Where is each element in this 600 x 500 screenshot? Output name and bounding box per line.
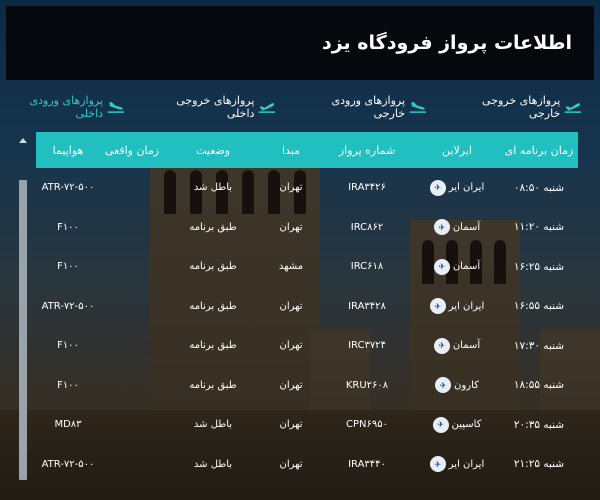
table-row: شنبه ۲۱:۲۵ ایران ایر ✈ IRA۳۴۴۰ تهران باطل شد A… <box>36 445 578 485</box>
airline-logo-icon: ✈ <box>433 219 450 236</box>
cell-airline: آسمان ✈ <box>414 219 500 236</box>
cell-aircraft: F۱۰۰ <box>57 221 79 233</box>
tab-international-departures[interactable]: پروازهای خروجی خارجی <box>449 94 582 120</box>
tab-label: پروازهای ورودی داخلی <box>29 94 104 120</box>
cell-airline: ایران ایر ✈ <box>414 179 500 196</box>
cell-status: باطل شد <box>193 182 233 194</box>
table-row: شنبه ۱۶:۲۵ آسمان ✈ IRC۶۱۸ مشهد طبق برنامه F۱۰۰ <box>36 247 578 287</box>
table-header: زمان برنامه ای ایرلاین شماره پرواز مبدا … <box>36 132 578 168</box>
cell-origin: تهران <box>279 419 303 431</box>
column-header-airline: ایرلاین <box>442 143 472 157</box>
cell-flight-number: IRA۳۴۲۶ <box>348 182 386 194</box>
cell-origin: تهران <box>279 340 303 352</box>
flight-type-tabs: پروازهای ورودی داخلی پروازهای خروجی داخل… <box>0 94 582 120</box>
table-row: شنبه ۱۱:۲۰ آسمان ✈ IRC۸۶۲ تهران طبق برنامه F۱۰… <box>36 208 578 248</box>
cell-aircraft: F۱۰۰ <box>57 340 79 352</box>
cell-scheduled-time: شنبه ۲۰:۳۵ <box>513 418 565 431</box>
cell-scheduled-time: شنبه ۱۶:۲۵ <box>513 260 565 273</box>
cell-scheduled-time: شنبه ۲۱:۲۵ <box>513 458 565 471</box>
airline-name: ایران ایر <box>448 458 485 470</box>
cell-flight-number: IRC۳۷۲۴ <box>348 340 386 352</box>
plane-takeoff-icon <box>565 103 582 113</box>
cell-airline: آسمان ✈ <box>414 337 500 354</box>
airline-name: ایران ایر <box>448 182 485 194</box>
tab-international-arrivals[interactable]: پروازهای ورودی خارجی <box>298 94 427 120</box>
airline-name: آسمان <box>452 221 481 233</box>
tab-label: پروازهای خروجی داخلی <box>176 94 255 120</box>
column-header-origin: مبدا <box>281 143 301 157</box>
cell-aircraft: MD۸۳ <box>54 419 82 431</box>
cell-status: باطل شد <box>193 458 233 470</box>
cell-aircraft: ATR-۷۲-۵۰۰ <box>41 458 95 470</box>
cell-airline: کاسپین ✈ <box>414 416 500 433</box>
airline-logo-icon: ✈ <box>435 377 452 394</box>
cell-flight-number: IRC۶۱۸ <box>350 261 384 273</box>
table-row: شنبه ۰۸:۵۰ ایران ایر ✈ IRA۳۴۲۶ تهران باطل شد A… <box>36 168 578 208</box>
cell-aircraft: F۱۰۰ <box>57 379 79 391</box>
cell-airline: کارون ✈ <box>414 377 500 394</box>
page-header: اطلاعات پرواز فرودگاه یزد <box>6 6 594 80</box>
airline-name: آسمان <box>452 340 481 352</box>
airline-logo-icon: ✈ <box>429 179 446 196</box>
cell-scheduled-time: شنبه ۱۱:۲۰ <box>513 221 565 234</box>
cell-aircraft: ATR-۷۲-۵۰۰ <box>41 182 95 194</box>
airline-logo-icon: ✈ <box>433 337 450 354</box>
cell-airline: آسمان ✈ <box>414 258 500 275</box>
airline-logo-icon: ✈ <box>432 416 449 433</box>
cell-status: طبق برنامه <box>189 300 237 312</box>
table-row: شنبه ۱۸:۵۵ کارون ✈ KRU۲۶۰۸ تهران طبق برنامه F۱… <box>36 366 578 406</box>
table-row: شنبه ۲۰:۳۵ کاسپین ✈ CPN۶۹۵۰ تهران باطل شد MD۸۳ <box>36 405 578 445</box>
airline-logo-icon: ✈ <box>433 258 450 275</box>
cell-scheduled-time: شنبه ۱۷:۳۰ <box>513 339 565 352</box>
plane-landing-icon <box>409 101 427 113</box>
scroll-up-icon[interactable] <box>19 138 27 143</box>
page-title: اطلاعات پرواز فرودگاه یزد <box>321 32 572 54</box>
airline-logo-icon: ✈ <box>429 298 446 315</box>
tab-label: پروازهای ورودی خارجی <box>331 94 406 120</box>
table-row: شنبه ۱۷:۳۰ آسمان ✈ IRC۳۷۲۴ تهران طبق برنامه F۱… <box>36 326 578 366</box>
airline-logo-icon: ✈ <box>429 456 446 473</box>
cell-status: طبق برنامه <box>189 379 237 391</box>
plane-landing-icon <box>107 101 125 113</box>
cell-status: طبق برنامه <box>189 340 237 352</box>
cell-aircraft: F۱۰۰ <box>57 261 79 273</box>
column-header-aircraft: هواپیما <box>52 143 84 157</box>
cell-flight-number: IRA۳۴۴۰ <box>348 458 386 470</box>
cell-origin: تهران <box>279 182 303 194</box>
cell-aircraft: ATR-۷۲-۵۰۰ <box>41 300 95 312</box>
cell-status: باطل شد <box>193 419 233 431</box>
cell-origin: تهران <box>279 221 303 233</box>
cell-flight-number: CPN۶۹۵۰ <box>346 419 388 431</box>
plane-takeoff-icon <box>259 103 276 113</box>
column-header-flight-number: شماره پرواز <box>338 143 396 157</box>
cell-status: طبق برنامه <box>189 261 237 273</box>
column-header-status: وضعیت <box>195 143 231 157</box>
airline-name: کاسپین <box>451 419 482 431</box>
cell-scheduled-time: شنبه ۰۸:۵۰ <box>513 181 565 194</box>
cell-scheduled-time: شنبه ۱۶:۵۵ <box>513 300 565 313</box>
cell-origin: مشهد <box>278 261 304 273</box>
table-row: شنبه ۱۶:۵۵ ایران ایر ✈ IRA۳۴۲۸ تهران طبق برنا… <box>36 287 578 327</box>
cell-status: طبق برنامه <box>189 221 237 233</box>
cell-scheduled-time: شنبه ۱۸:۵۵ <box>513 379 565 392</box>
cell-flight-number: IRC۸۶۲ <box>350 221 384 233</box>
airline-name: ایران ایر <box>448 300 485 312</box>
tab-domestic-arrivals[interactable]: پروازهای ورودی داخلی <box>0 94 125 120</box>
table-scrollbar[interactable] <box>18 132 28 500</box>
cell-origin: تهران <box>279 379 303 391</box>
scrollbar-thumb[interactable] <box>19 180 27 480</box>
column-header-actual-time: زمان واقعی <box>104 143 160 157</box>
column-header-scheduled-time: زمان برنامه ای <box>504 143 574 157</box>
airline-name: کارون <box>454 379 479 391</box>
cell-airline: ایران ایر ✈ <box>414 456 500 473</box>
tab-domestic-departures[interactable]: پروازهای خروجی داخلی <box>147 94 276 120</box>
cell-origin: تهران <box>279 458 303 470</box>
flights-table-body: شنبه ۰۸:۵۰ ایران ایر ✈ IRA۳۴۲۶ تهران باطل شد A… <box>36 168 578 500</box>
tab-label: پروازهای خروجی خارجی <box>482 94 561 120</box>
cell-airline: ایران ایر ✈ <box>414 298 500 315</box>
cell-origin: تهران <box>279 300 303 312</box>
airline-name: آسمان <box>452 261 481 273</box>
cell-flight-number: KRU۲۶۰۸ <box>345 379 389 391</box>
cell-flight-number: IRA۳۴۲۸ <box>348 300 386 312</box>
